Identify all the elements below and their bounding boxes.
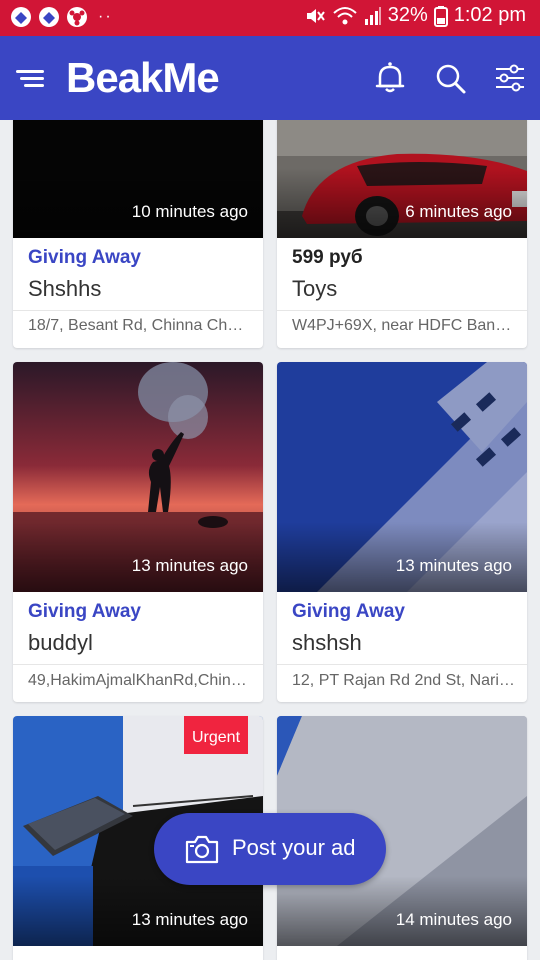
notification-app-icon xyxy=(39,7,59,27)
notification-icons: ·· xyxy=(10,6,113,28)
time-ago: 13 minutes ago xyxy=(131,556,248,575)
battery-percent: 32% xyxy=(387,4,428,26)
listing-price: Giving Away xyxy=(28,247,141,268)
listing-location: 18/7, Besant Rd, Chinna Chokkikulam, Mad… xyxy=(28,317,251,334)
urgent-badge: Urgent xyxy=(184,716,248,754)
clock: 1:02 pm xyxy=(453,4,526,26)
listing-price: 599 руб xyxy=(292,247,363,268)
listing-title: Shshhs xyxy=(28,276,102,301)
app-bar: BeakMe xyxy=(0,36,540,120)
listing-card[interactable]: 10 minutes ago Giving Away Shshhs 18/7, … xyxy=(13,120,263,348)
time-ago: 13 minutes ago xyxy=(131,910,248,929)
signal-icon xyxy=(364,6,381,25)
listing-title: Toys xyxy=(292,276,338,301)
filter-icon[interactable] xyxy=(492,60,528,96)
listing-photo: 13 minutes ago xyxy=(13,362,263,592)
listing-price: Giving Away xyxy=(292,601,405,622)
time-ago: 13 minutes ago xyxy=(395,556,512,575)
status-bar: ·· 32% 1:02 pm xyxy=(0,0,540,36)
listing-location: 49,HakimAjmalKhanRd,Chinna Chokkikulam xyxy=(28,672,251,689)
more-notifications: ·· xyxy=(98,8,113,25)
listing-location: 12, PT Rajan Rd 2nd St, Narimedu, Madura… xyxy=(292,672,515,689)
listing-price: Giving Away xyxy=(28,601,141,622)
menu-icon[interactable] xyxy=(14,62,48,96)
time-ago: 6 minutes ago xyxy=(405,202,512,221)
system-status: 32% 1:02 pm xyxy=(304,4,526,27)
battery-icon xyxy=(433,5,448,27)
listing-title: shshsh xyxy=(292,630,362,655)
mute-icon xyxy=(306,8,325,23)
notification-chrome-icon xyxy=(67,7,87,27)
listing-card[interactable]: 6 minutes ago 599 руб Toys W4PJ+69X, nea… xyxy=(277,120,527,348)
camera-icon xyxy=(185,835,219,864)
search-icon[interactable] xyxy=(432,60,468,96)
listing-location: W4PJ+69X, near HDFC Bank, Madurai xyxy=(292,317,515,334)
listing-card[interactable]: 13 minutes ago Giving Away shshsh 12, PT… xyxy=(277,362,527,702)
listing-photo: 10 minutes ago xyxy=(13,120,263,238)
wifi-icon xyxy=(333,6,357,24)
post-ad-button[interactable]: Post your ad xyxy=(154,813,386,885)
brand-logo: BeakMe xyxy=(66,54,220,101)
listing-photo: 6 minutes ago xyxy=(277,120,527,238)
listing-photo: 13 minutes ago xyxy=(277,362,527,592)
listing-title: buddyl xyxy=(28,630,93,655)
bell-icon[interactable] xyxy=(372,60,408,96)
post-ad-label: Post your ad xyxy=(232,835,356,860)
time-ago: 10 minutes ago xyxy=(131,202,248,221)
time-ago: 14 minutes ago xyxy=(395,910,512,929)
listing-card[interactable]: 13 minutes ago Giving Away buddyl 49,Hak… xyxy=(13,362,263,702)
notification-app-icon xyxy=(11,7,31,27)
